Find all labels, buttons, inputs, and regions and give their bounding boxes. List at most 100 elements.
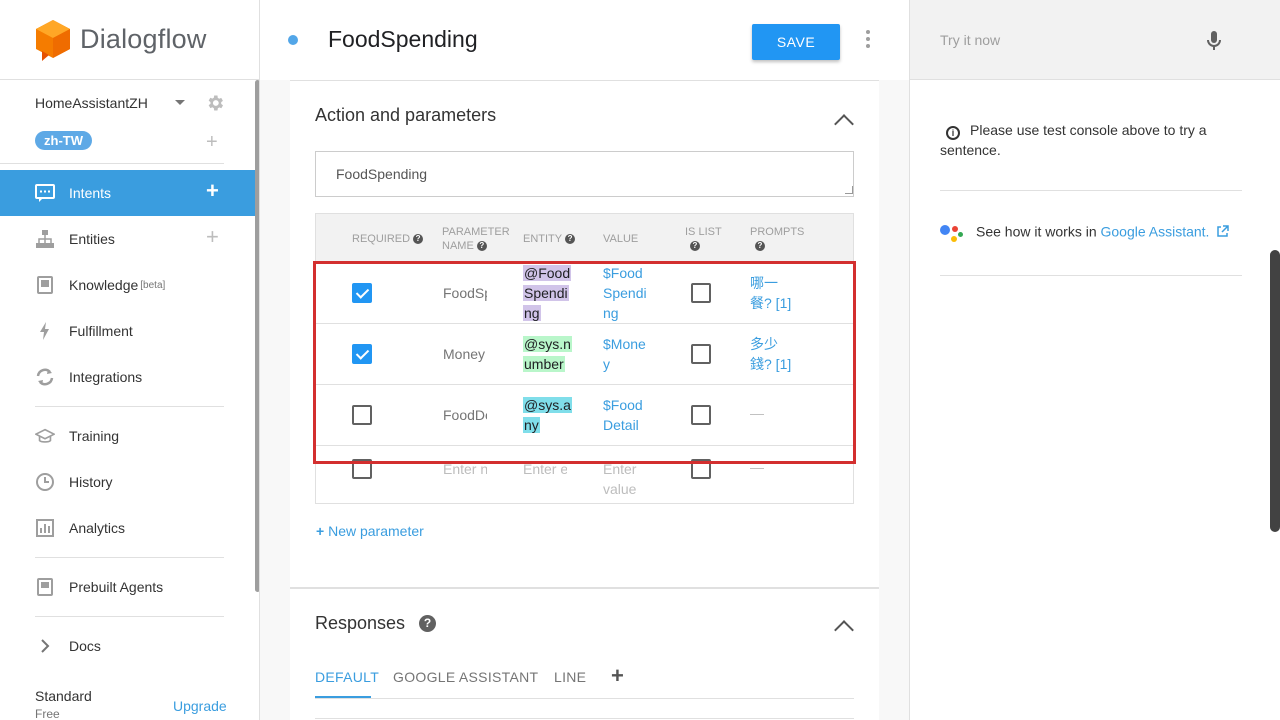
- dialogflow-logo-icon: [36, 19, 70, 61]
- sidebar-nav: Intents + Entities + Knowledge [beta] Fu…: [0, 170, 259, 669]
- parameter-name-input[interactable]: FoodSpending: [443, 283, 487, 303]
- add-intent-icon[interactable]: +: [206, 180, 219, 202]
- sidebar-item-label: Prebuilt Agents: [69, 579, 164, 595]
- tab-default[interactable]: DEFAULT: [315, 669, 379, 685]
- chevron-right-icon: [35, 636, 55, 656]
- value-field[interactable]: $Food Spendi ng: [603, 263, 647, 323]
- required-checkbox[interactable]: [352, 344, 372, 364]
- value-text: y: [603, 356, 610, 372]
- console-scrollbar[interactable]: [1270, 250, 1280, 532]
- language-chip[interactable]: zh-TW: [35, 131, 92, 150]
- required-checkbox[interactable]: [352, 459, 372, 479]
- sidebar-item-fulfillment[interactable]: Fulfillment: [0, 308, 259, 354]
- is-list-checkbox[interactable]: [691, 459, 711, 479]
- header-label: IS LIST: [685, 226, 722, 238]
- resize-grip-icon[interactable]: [845, 186, 853, 194]
- save-button[interactable]: SAVE: [752, 24, 840, 60]
- upgrade-link[interactable]: Upgrade: [173, 698, 227, 714]
- table-header: REQUIRED? PARAMETER NAME? ENTITY? VALUE I…: [315, 213, 854, 263]
- sidebar-item-docs[interactable]: Docs: [0, 623, 259, 669]
- value-text: $Mone: [603, 336, 646, 352]
- help-icon[interactable]: ?: [476, 241, 487, 252]
- entity-text: ny: [523, 417, 540, 433]
- help-icon[interactable]: ?: [755, 241, 765, 252]
- sidebar-item-label: Intents: [69, 185, 112, 201]
- sidebar-item-training[interactable]: Training: [0, 413, 259, 459]
- prompts-empty[interactable]: —: [750, 403, 764, 423]
- required-checkbox[interactable]: [352, 405, 372, 425]
- sidebar-item-intents[interactable]: Intents +: [0, 170, 259, 216]
- entity-text: umber: [523, 356, 565, 372]
- required-checkbox[interactable]: [352, 283, 372, 303]
- parameter-name-input[interactable]: FoodDetail: [443, 405, 487, 425]
- hierarchy-icon: [35, 229, 55, 249]
- plan-info: Standard Free: [35, 688, 92, 720]
- entity-value[interactable]: @Food Spendi ng: [523, 263, 572, 323]
- help-icon[interactable]: ?: [690, 241, 700, 252]
- entity-value[interactable]: @sys.a ny: [523, 395, 572, 435]
- help-icon[interactable]: ?: [419, 615, 436, 632]
- table-row: Money @sys.n umber $Mone y 多少 錢? [1]: [315, 324, 854, 385]
- value-text: ng: [603, 305, 619, 321]
- value-field[interactable]: $Mone y: [603, 334, 646, 374]
- language-row: zh-TW +: [0, 126, 224, 164]
- chevron-down-icon[interactable]: [175, 100, 185, 105]
- value-input[interactable]: Enter value: [603, 459, 639, 499]
- try-it-bar: Try it now: [910, 0, 1280, 80]
- sidebar-item-label: Entities: [69, 231, 115, 247]
- entity-input[interactable]: Enter e: [523, 459, 567, 479]
- tab-line[interactable]: LINE: [554, 669, 586, 685]
- ga-text: See how it works in: [976, 223, 1101, 240]
- sidebar-item-label: Docs: [69, 638, 101, 654]
- add-tab-icon[interactable]: +: [611, 663, 624, 689]
- external-link-icon[interactable]: [1216, 224, 1230, 238]
- gear-icon[interactable]: [205, 93, 225, 113]
- action-parameters-card: Action and parameters FoodSpending REQUI…: [290, 80, 879, 588]
- header-label: ENTITY: [523, 233, 563, 245]
- sidebar-item-entities[interactable]: Entities +: [0, 216, 259, 262]
- more-vert-icon[interactable]: [866, 30, 872, 50]
- response-divider: [315, 718, 854, 719]
- parameter-name-input[interactable]: Enter n: [443, 459, 487, 479]
- sidebar-item-analytics[interactable]: Analytics: [0, 505, 259, 551]
- is-list-checkbox[interactable]: [691, 405, 711, 425]
- plus-icon: +: [316, 523, 325, 539]
- is-list-checkbox[interactable]: [691, 344, 711, 364]
- intent-title[interactable]: FoodSpending: [328, 26, 478, 53]
- sidebar-item-history[interactable]: History: [0, 459, 259, 505]
- prompts-link[interactable]: 多少 錢? [1]: [750, 334, 791, 374]
- sidebar-item-prebuilt-agents[interactable]: Prebuilt Agents: [0, 564, 259, 610]
- header-value: VALUE: [603, 233, 639, 245]
- action-input[interactable]: FoodSpending: [315, 151, 854, 197]
- sidebar-item-label: Fulfillment: [69, 323, 133, 339]
- help-icon[interactable]: ?: [413, 234, 424, 245]
- add-entity-icon[interactable]: +: [206, 226, 219, 248]
- nav-divider: [35, 557, 224, 558]
- tab-google-assistant[interactable]: GOOGLE ASSISTANT: [393, 669, 538, 685]
- value-text: $Food: [603, 265, 643, 281]
- try-it-input[interactable]: Try it now: [940, 32, 1000, 48]
- help-icon[interactable]: ?: [565, 234, 576, 245]
- parameter-name-input[interactable]: Money: [443, 344, 487, 364]
- agent-selector[interactable]: HomeAssistantZH: [0, 80, 259, 126]
- value-field[interactable]: $Food Detail: [603, 395, 643, 435]
- entity-value[interactable]: @sys.n umber: [523, 334, 572, 374]
- microphone-icon[interactable]: [1206, 30, 1222, 52]
- google-assistant-icon: [940, 222, 964, 244]
- prompts-empty[interactable]: —: [750, 457, 764, 477]
- sidebar-item-integrations[interactable]: Integrations: [0, 354, 259, 400]
- sidebar: Dialogflow HomeAssistantZH zh-TW + Inten…: [0, 0, 260, 720]
- entity-text: @sys.n: [523, 336, 572, 352]
- collapse-chevron-icon[interactable]: [834, 114, 854, 134]
- priority-dot[interactable]: [288, 35, 298, 45]
- new-parameter-link[interactable]: + New parameter: [316, 523, 424, 539]
- add-language-icon[interactable]: +: [206, 131, 218, 154]
- parameters-table: REQUIRED? PARAMETER NAME? ENTITY? VALUE I…: [315, 213, 854, 504]
- collapse-chevron-icon[interactable]: [834, 620, 854, 640]
- brand[interactable]: Dialogflow: [0, 0, 259, 80]
- prompts-link[interactable]: 哪一 餐? [1]: [750, 273, 791, 313]
- google-assistant-link[interactable]: Google Assistant.: [1101, 224, 1210, 240]
- is-list-checkbox[interactable]: [691, 283, 711, 303]
- sidebar-item-knowledge[interactable]: Knowledge [beta]: [0, 262, 259, 308]
- entity-text: ng: [523, 305, 541, 321]
